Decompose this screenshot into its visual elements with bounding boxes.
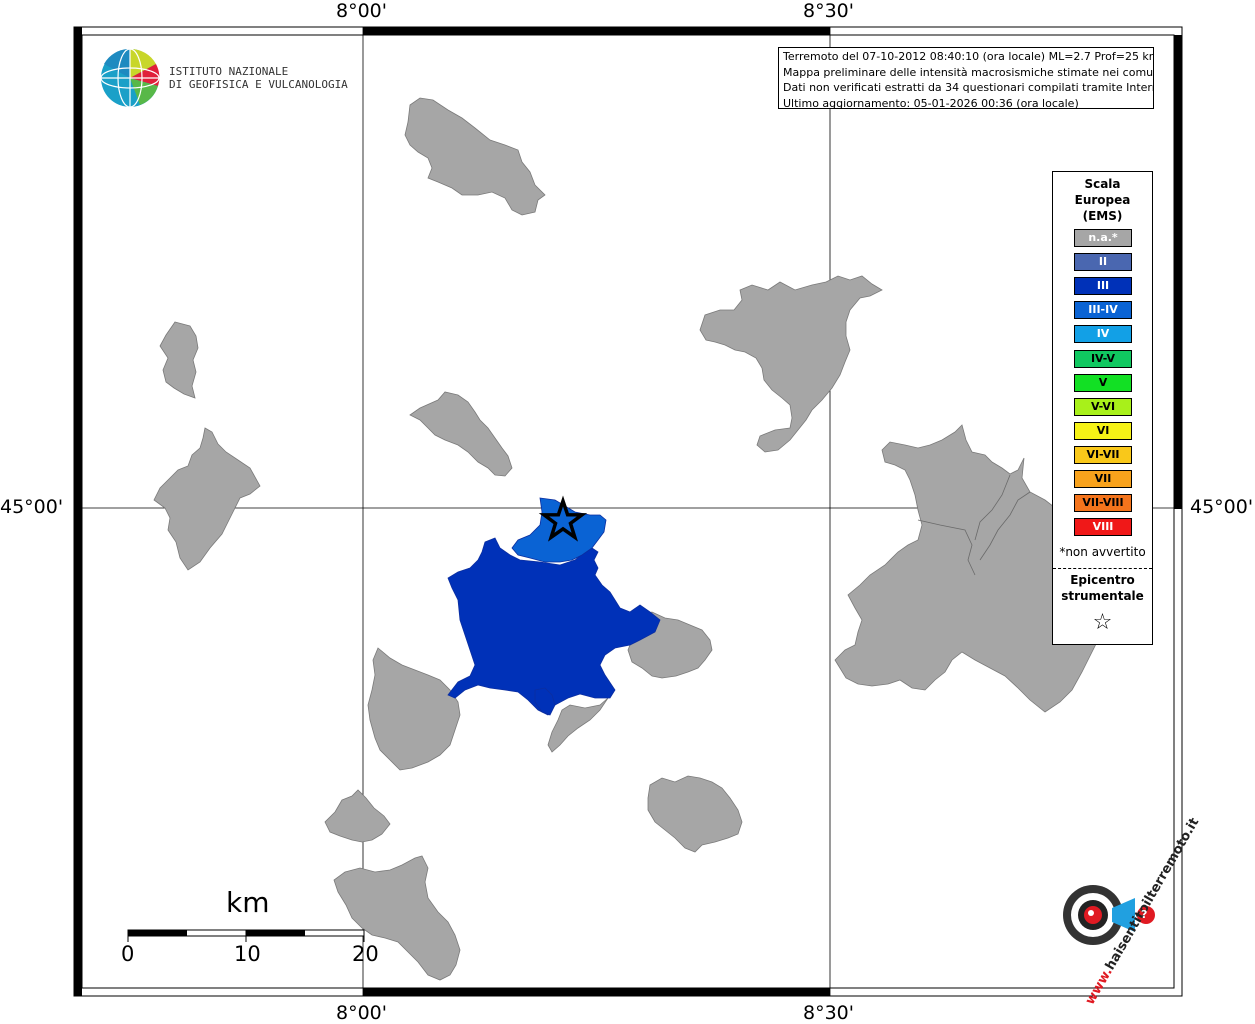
legend-divider [1053, 568, 1152, 569]
scale-label-20: 20 [352, 942, 379, 966]
legend-title-line-1: Scala [1084, 177, 1121, 191]
intensity-legend: Scala Europea (EMS) n.a.* II III III-IV IV IV… [1052, 171, 1153, 645]
lat-label-left-45-00: 45°00' [0, 496, 64, 518]
legend-item: IV-V [1074, 349, 1132, 368]
municipality-shape [699, 275, 883, 453]
legend-title-line-2: Europea [1074, 193, 1131, 207]
event-info-line-1: Terremoto del 07-10-2012 08:40:10 (ora l… [783, 50, 1154, 63]
event-info-box: Terremoto del 07-10-2012 08:40:10 (ora l… [778, 47, 1154, 109]
ingv-globe-icon [100, 48, 160, 108]
legend-item: V-VI [1074, 397, 1132, 416]
legend-item: VII-VIII [1074, 494, 1132, 513]
legend-item: VII [1074, 470, 1132, 488]
ingv-logo-text: ISTITUTO NAZIONALE DI GEOFISICA E VULCAN… [169, 65, 348, 91]
frame-bar-bottom [363, 988, 830, 996]
municipality-shape [324, 789, 391, 843]
lon-label-bottom-8-00: 8°00' [336, 1002, 387, 1024]
frame-bar-top [363, 27, 830, 35]
legend-item: VI-VII [1074, 445, 1132, 464]
legend-item: III [1074, 277, 1132, 296]
event-info-line-2: Mappa preliminare delle intensità macros… [783, 65, 1154, 79]
legend-item: III-IV [1074, 301, 1132, 320]
legend-item: n.a.* [1074, 229, 1132, 247]
municipality-shape [367, 647, 461, 771]
lon-label-top-8-00: 8°00' [336, 0, 387, 22]
municipality-shape [159, 321, 199, 399]
legend-epicenter-line-1: Epicentro [1070, 573, 1135, 587]
legend-item: IV [1074, 325, 1132, 344]
municipality-shape [547, 697, 609, 753]
legend-star-icon: ☆ [1092, 610, 1113, 635]
event-info-line-3: Dati non verificati estratti da 34 quest… [783, 81, 1154, 94]
legend-title: Scala Europea (EMS) [1053, 176, 1152, 224]
municipality-shape [404, 97, 546, 216]
scale-label-10: 10 [234, 942, 261, 966]
legend-epicenter-label: Epicentro strumentale [1053, 572, 1152, 604]
event-info-line-4: Ultimo aggiornamento: 05-01-2026 00:36 (… [783, 96, 1079, 109]
legend-item: VI [1074, 421, 1132, 440]
municipality-shape [409, 391, 513, 477]
legend-epicenter-line-2: strumentale [1061, 589, 1144, 603]
legend-item: VIII [1074, 518, 1132, 537]
municipality-shape [153, 427, 261, 571]
lon-label-top-8-30: 8°30' [803, 0, 854, 22]
ingv-line-1: ISTITUTO NAZIONALE [169, 65, 289, 78]
scale-label-0: 0 [121, 942, 135, 966]
legend-item: II [1074, 253, 1132, 272]
frame-bar-right-top [1174, 35, 1182, 509]
legend-title-line-3: (EMS) [1082, 209, 1123, 223]
legend-item: V [1074, 373, 1132, 392]
ingv-line-2: DI GEOFISICA E VULCANOLOGIA [169, 78, 348, 91]
municipality-shape [647, 775, 743, 853]
scale-unit: km [226, 886, 270, 919]
legend-note: *non avvertito [1059, 545, 1146, 559]
hsit-mark: ? [1141, 908, 1148, 921]
lat-label-right-45-00: 45°00' [1190, 496, 1254, 518]
hsit-logo-text: www.haisentitoilterremoto.it ? [1040, 815, 1203, 1007]
lon-label-bottom-8-30: 8°30' [803, 1002, 854, 1024]
municipality-intensity-III [447, 537, 661, 716]
scale-bar [127, 929, 365, 942]
frame-bar-left [74, 27, 82, 996]
